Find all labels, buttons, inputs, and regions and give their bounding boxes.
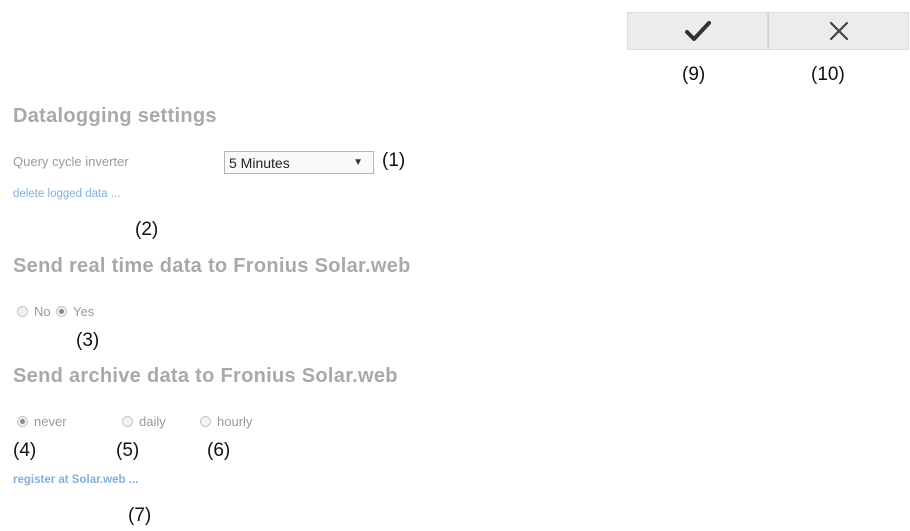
archive-hourly-radio[interactable] xyxy=(200,416,211,427)
cancel-button[interactable] xyxy=(768,12,909,50)
realtime-option-yes[interactable]: Yes xyxy=(56,304,94,319)
query-cycle-callout: (1) xyxy=(382,150,406,171)
archive-option-hourly[interactable]: hourly xyxy=(200,414,252,429)
delete-logged-data-link[interactable]: delete logged data ... xyxy=(13,188,120,200)
realtime-yes-radio[interactable] xyxy=(56,306,67,317)
register-solarweb-link[interactable]: register at Solar.web ... xyxy=(13,474,138,486)
realtime-heading: Send real time data to Fronius Solar.web xyxy=(13,255,411,277)
confirm-button[interactable] xyxy=(627,12,768,50)
archive-never-callout: (4) xyxy=(13,440,37,461)
archive-hourly-callout: (6) xyxy=(207,440,231,461)
close-icon xyxy=(829,21,848,41)
confirm-callout: (9) xyxy=(682,64,706,85)
form-toolbar xyxy=(627,12,910,52)
datalogging-heading: Datalogging settings xyxy=(13,105,217,127)
archive-option-daily[interactable]: daily xyxy=(122,414,166,429)
realtime-callout: (3) xyxy=(76,330,100,351)
realtime-option-no[interactable]: No xyxy=(17,304,51,319)
archive-daily-callout: (5) xyxy=(116,440,140,461)
archive-never-label: never xyxy=(34,414,67,429)
query-cycle-value: 5 Minutes xyxy=(229,154,290,171)
cancel-callout: (10) xyxy=(811,64,845,85)
archive-never-radio[interactable] xyxy=(17,416,28,427)
query-cycle-label: Query cycle inverter xyxy=(13,154,129,169)
dropdown-arrow-icon: ▼ xyxy=(353,157,363,168)
archive-daily-label: daily xyxy=(139,414,166,429)
register-callout: (7) xyxy=(128,505,152,526)
check-icon xyxy=(684,21,711,41)
realtime-no-label: No xyxy=(34,304,51,319)
archive-hourly-label: hourly xyxy=(217,414,253,429)
archive-heading: Send archive data to Fronius Solar.web xyxy=(13,365,398,387)
query-cycle-select[interactable]: 5 Minutes ▼ xyxy=(224,151,374,174)
realtime-no-radio[interactable] xyxy=(17,306,28,317)
archive-daily-radio[interactable] xyxy=(122,416,133,427)
archive-option-never[interactable]: never xyxy=(17,414,67,429)
realtime-yes-label: Yes xyxy=(73,304,95,319)
delete-callout: (2) xyxy=(135,219,159,240)
